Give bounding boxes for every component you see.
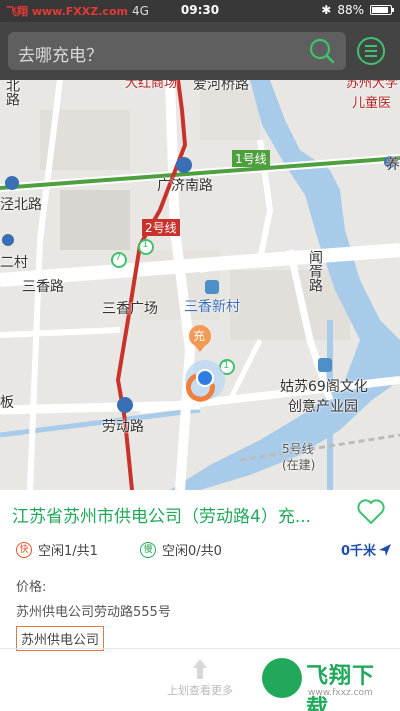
fast-charger-stat: 快 空闲1/共1 (16, 540, 98, 559)
arrow-up-icon (193, 659, 207, 679)
slow-charger-stat: 慢 空闲0/共0 (140, 540, 222, 559)
divider (0, 648, 400, 649)
price-label: 价格: (16, 580, 47, 595)
metro-station-icon (2, 234, 14, 246)
map-label: 闻胥路 (307, 250, 323, 292)
map-label: 创意产业园 (288, 399, 358, 415)
metro-line-label: 2号线 (142, 219, 180, 236)
map-label: 三香新村 (184, 299, 240, 315)
watermark-name: 飞翔下载 (306, 664, 376, 711)
map-label: 姑苏69阁文化 (280, 379, 368, 395)
station-address: 苏州供电公司劳动路555号 (16, 605, 171, 620)
fast-badge-icon: 快 (16, 541, 32, 558)
search-placeholder: 去哪充电？ (18, 46, 103, 66)
map-label: 三香广场 (102, 301, 158, 317)
map-label: 板 (0, 395, 14, 411)
slow-status: 空闲0/共0 (162, 544, 222, 559)
map-label: 劳动路 (102, 419, 144, 435)
poi-building-icon (205, 280, 219, 294)
metro-line-label: 1号线 (232, 150, 270, 167)
bluetooth-icon: ✱ (321, 3, 332, 17)
charger-count: 1 (223, 360, 230, 371)
status-bar: 飞翔 www.FXXZ.com 4G 09:30 ✱ 88% (0, 0, 400, 22)
navigate-arrow-icon (379, 543, 391, 556)
charger-count: 7 (115, 252, 122, 263)
swipe-up-text: 上划查看更多 (167, 684, 233, 697)
charger-count: 1 (142, 239, 149, 250)
my-location-dot (196, 369, 214, 387)
map-label: 5号线 (282, 442, 314, 456)
metro-station-icon (117, 397, 133, 413)
charger-marker-text[interactable]: 充 (193, 327, 205, 344)
watermark-url: www.fxxz.com (308, 688, 373, 698)
map-label: 大红商场 (125, 80, 178, 91)
app-screen: 飞翔 www.FXXZ.com 4G 09:30 ✱ 88% 去哪充电？ 大红商… (0, 0, 400, 711)
search-input[interactable]: 去哪充电？ (8, 32, 346, 70)
map-label: 儿童医 (352, 96, 392, 111)
logo-icon (262, 658, 302, 698)
station-info-panel[interactable]: 江苏省苏州市供电公司（劳动路4）充... 快 空闲1/共1 慢 空闲0/共0 0… (0, 490, 400, 711)
metro-station-icon (5, 176, 19, 190)
map-label: 爱河桥路 (193, 80, 249, 93)
map-label: 广济南路 (157, 178, 213, 194)
search-icon[interactable] (308, 37, 336, 65)
fast-status: 空闲1/共1 (38, 544, 98, 559)
heart-icon[interactable] (356, 498, 386, 526)
search-header: 去哪充电？ (0, 22, 400, 80)
map-label: 三香路 (22, 279, 64, 295)
swipe-up-hint[interactable]: 上划查看更多 (150, 658, 250, 698)
poi-building-icon (318, 358, 332, 372)
battery-icon (370, 5, 394, 15)
map-label: 养 (386, 157, 400, 173)
charger-stats: 快 空闲1/共1 慢 空闲0/共0 0千米 (12, 540, 392, 560)
map-label: 二村 (0, 255, 28, 271)
map-label: (在建) (282, 458, 316, 472)
distance-button[interactable]: 0千米 (341, 540, 392, 559)
map-label: 泾北路 (0, 197, 42, 213)
map-label: 苏州大学 (346, 80, 399, 91)
watermark-logo: 飞翔下载 www.fxxz.com (262, 656, 394, 711)
battery-percent: 88% (337, 3, 364, 17)
distance-value: 0千米 (340, 544, 376, 559)
metro-station-icon (176, 157, 192, 173)
map-label: 北路 (4, 80, 20, 106)
map-view[interactable]: 大红商场 爱河桥路 苏州大学 儿童医 北路 1号线 广济南路 养 泾北路 2号线… (0, 80, 400, 490)
slow-badge-icon: 慢 (140, 541, 156, 558)
station-title[interactable]: 江苏省苏州市供电公司（劳动路4）充... (12, 502, 322, 527)
menu-icon[interactable] (356, 36, 386, 66)
